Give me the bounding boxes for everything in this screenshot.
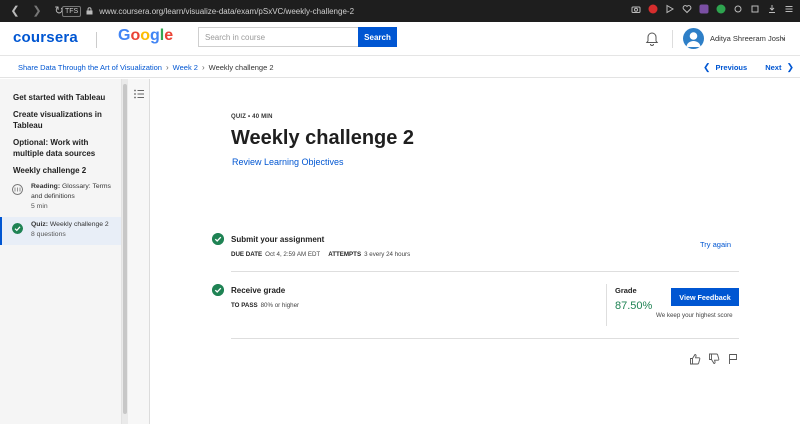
thumbs-up-icon[interactable] xyxy=(689,353,701,365)
submit-check-icon xyxy=(212,233,224,245)
item-title: Weekly challenge 2 xyxy=(49,221,109,228)
avatar[interactable] xyxy=(683,28,704,49)
feedback-reactions xyxy=(689,353,739,365)
google-logo-letter: G xyxy=(118,27,131,44)
chevron-right-icon[interactable]: ❯ xyxy=(786,62,794,73)
chevron-right-icon: › xyxy=(165,63,169,72)
user-name[interactable]: Aditya Shreeram Joshi xyxy=(710,34,785,43)
extension-icons xyxy=(631,4,794,14)
previous-link[interactable]: Previous xyxy=(716,63,748,72)
pass-meta: TO PASS 80% or higher xyxy=(231,302,299,309)
item-questions: 8 questions xyxy=(31,231,66,238)
sidebar-item-quiz[interactable]: Quiz: Weekly challenge 2 8 questions xyxy=(0,217,121,245)
grade-label: Grade xyxy=(615,286,637,295)
report-flag-icon[interactable] xyxy=(727,353,739,365)
download-icon[interactable] xyxy=(767,4,777,14)
sidebar-item-glossary[interactable]: Reading: Glossary: Terms and definitions… xyxy=(0,179,121,215)
search-input[interactable] xyxy=(198,27,358,47)
review-objectives-link[interactable]: Review Learning Objectives xyxy=(232,157,344,167)
google-logo[interactable]: Google xyxy=(118,27,173,45)
item-duration: 5 min xyxy=(31,203,48,210)
completed-check-icon xyxy=(12,223,23,234)
due-date-label: DUE DATE xyxy=(231,251,263,258)
browser-toolbar: ❮ ❯ ↻ TFS www.coursera.org/learn/visuali… xyxy=(0,0,800,22)
sidebar-heading-create-visualizations[interactable]: Create visualizations in Tableau xyxy=(13,109,117,131)
grade-divider xyxy=(606,284,607,326)
try-again-link[interactable]: Try again xyxy=(700,240,731,249)
sidebar-heading-optional-data-sources[interactable]: Optional: Work with multiple data source… xyxy=(13,137,117,159)
grade-check-icon xyxy=(212,284,224,296)
header-divider xyxy=(672,30,673,48)
google-logo-letter: g xyxy=(150,27,160,44)
sidebar-scroll-thumb[interactable] xyxy=(123,84,127,414)
lock-icon xyxy=(86,7,93,15)
next-link[interactable]: Next xyxy=(765,63,781,72)
chevron-down-icon[interactable]: ⌄ xyxy=(780,33,787,42)
submit-meta: DUE DATE Oct 4, 2:59 AM EDT ATTEMPTS 3 ever… xyxy=(231,251,410,258)
list-toggle-icon[interactable] xyxy=(133,88,145,100)
breadcrumb-bar: Share Data Through the Art of Visualizat… xyxy=(0,57,800,78)
reading-icon xyxy=(12,184,23,195)
google-logo-letter: o xyxy=(130,27,141,44)
row-divider xyxy=(231,271,739,272)
notification-bell-icon[interactable] xyxy=(644,30,660,46)
highest-score-note: We keep your highest score xyxy=(656,312,733,319)
menu-icon[interactable] xyxy=(784,4,794,14)
grade-title: Receive grade xyxy=(231,286,286,295)
course-sidebar: Get started with Tableau Create visualiz… xyxy=(0,79,122,424)
sidebar-item-text: Reading: Glossary: Terms and definitions… xyxy=(31,182,116,212)
submit-title: Submit your assignment xyxy=(231,235,325,244)
breadcrumb-current: Weekly challenge 2 xyxy=(208,63,274,72)
google-logo-letter: o xyxy=(140,27,151,44)
toc-column xyxy=(128,79,150,424)
user-icon xyxy=(686,32,701,47)
to-pass-value: 80% or higher xyxy=(260,302,300,309)
extension-badge-icon[interactable] xyxy=(699,4,709,14)
sidebar-item-text: Quiz: Weekly challenge 2 8 questions xyxy=(31,220,116,240)
site-header: coursera Google Search Aditya Shreeram J… xyxy=(0,22,800,56)
heart-icon[interactable] xyxy=(682,4,692,14)
logo-divider xyxy=(96,32,97,48)
due-date-value: Oct 4, 2:59 AM EDT xyxy=(265,251,321,258)
back-icon[interactable]: ❮ xyxy=(8,4,22,18)
chevron-left-icon[interactable]: ❮ xyxy=(703,62,711,73)
view-feedback-button[interactable]: View Feedback xyxy=(671,288,739,306)
item-type: Reading: xyxy=(31,183,61,190)
sidebar-heading-weekly-challenge[interactable]: Weekly challenge 2 xyxy=(13,165,117,176)
pager: ❮ Previous Next ❯ xyxy=(703,62,794,73)
attempts-value: 3 every 24 hours xyxy=(364,251,411,258)
green-extension-icon[interactable] xyxy=(716,4,726,14)
breadcrumb: Share Data Through the Art of Visualizat… xyxy=(18,63,274,72)
grade-value: 87.50% xyxy=(615,300,653,312)
item-type: Quiz: xyxy=(31,221,48,228)
url-badge: TFS xyxy=(62,5,82,17)
page-title: Weekly challenge 2 xyxy=(231,127,415,149)
settings-icon[interactable] xyxy=(733,4,743,14)
search-button[interactable]: Search xyxy=(358,27,397,47)
thumbs-down-icon[interactable] xyxy=(708,353,720,365)
address-bar[interactable]: TFS www.coursera.org/learn/visualize-dat… xyxy=(62,3,642,19)
google-logo-letter: e xyxy=(164,27,174,44)
sidebar-heading-get-started[interactable]: Get started with Tableau xyxy=(13,92,117,103)
breadcrumb-week[interactable]: Week 2 xyxy=(173,63,198,72)
url-text: www.coursera.org/learn/visualize-data/ex… xyxy=(99,6,355,16)
puzzle-icon[interactable] xyxy=(750,4,760,14)
quiz-meta: QUIZ • 40 MIN xyxy=(231,114,273,120)
camera-icon[interactable] xyxy=(631,4,641,14)
breadcrumb-course[interactable]: Share Data Through the Art of Visualizat… xyxy=(18,63,162,72)
to-pass-label: TO PASS xyxy=(231,302,258,309)
play-icon[interactable] xyxy=(665,4,675,14)
coursera-logo[interactable]: coursera xyxy=(13,29,78,46)
row-divider xyxy=(231,338,739,339)
chevron-right-icon: › xyxy=(201,63,205,72)
shield-extension-icon[interactable] xyxy=(648,4,658,14)
forward-icon[interactable]: ❯ xyxy=(30,4,44,18)
attempts-label: ATTEMPTS xyxy=(328,251,362,258)
